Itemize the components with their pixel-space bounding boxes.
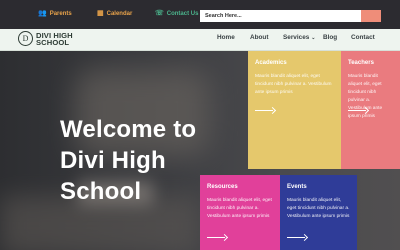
main-navigation: D DIVI HIGH SCHOOL Home About Services ⌄ …: [0, 29, 400, 51]
card-text: Mauris blandit aliquet elit, eget tincid…: [207, 198, 272, 219]
nav-item-contact[interactable]: Contact: [351, 34, 375, 41]
card-title: Events: [287, 184, 307, 190]
calendar-link[interactable]: ▦ Calendar: [97, 10, 132, 17]
logo-text: DIVI HIGH SCHOOL: [36, 31, 73, 47]
events-card[interactable]: Events Mauris blandit aliquet elit, eget…: [280, 175, 357, 250]
contact-label: Contact Us: [166, 10, 199, 17]
parents-link[interactable]: 👥 Parents: [38, 10, 72, 17]
card-title: Academics: [255, 60, 287, 66]
page: 👥 Parents ▦ Calendar ☏ Contact Us D DIVI…: [0, 0, 400, 250]
hero-section: Welcome to Divi High School Academics Ma…: [0, 51, 400, 250]
calendar-label: Calendar: [106, 10, 133, 17]
search-input[interactable]: [200, 10, 361, 22]
arrow-right-icon[interactable]: [287, 234, 307, 242]
card-text: Mauris blandit aliquet elit, eget tincid…: [255, 74, 332, 95]
nav-item-home[interactable]: Home: [217, 34, 235, 41]
card-title: Teachers: [348, 60, 374, 66]
contact-link[interactable]: ☏ Contact Us: [155, 10, 198, 17]
teachers-card[interactable]: Teachers Mauris blandit aliquet elit, eg…: [341, 51, 400, 169]
resources-card[interactable]: Resources Mauris blandit aliquet elit, e…: [200, 175, 280, 250]
arrow-right-icon[interactable]: [207, 234, 227, 242]
logo-mark: D: [18, 31, 33, 46]
parents-label: Parents: [49, 10, 72, 17]
chevron-down-icon: ⌄: [311, 35, 316, 41]
services-label: Services: [283, 34, 310, 41]
top-bar: 👥 Parents ▦ Calendar ☏ Contact Us: [0, 0, 400, 29]
logo-line-2: SCHOOL: [36, 37, 70, 47]
people-icon: 👥: [38, 10, 47, 17]
phone-icon: ☏: [155, 10, 164, 17]
academics-card[interactable]: Academics Mauris blandit aliquet elit, e…: [248, 51, 341, 169]
nav-item-services[interactable]: Services ⌄: [283, 34, 316, 41]
arrow-right-icon[interactable]: [348, 107, 368, 115]
school-logo[interactable]: D DIVI HIGH SCHOOL: [18, 31, 73, 46]
calendar-icon: ▦: [97, 10, 104, 17]
nav-item-blog[interactable]: Blog: [323, 34, 337, 41]
card-text: Mauris blandit aliquet elit, eget tincid…: [287, 198, 350, 219]
arrow-right-icon[interactable]: [255, 107, 275, 115]
card-title: Resources: [207, 184, 238, 190]
nav-item-about[interactable]: About: [250, 34, 268, 41]
search-button[interactable]: [361, 10, 381, 22]
